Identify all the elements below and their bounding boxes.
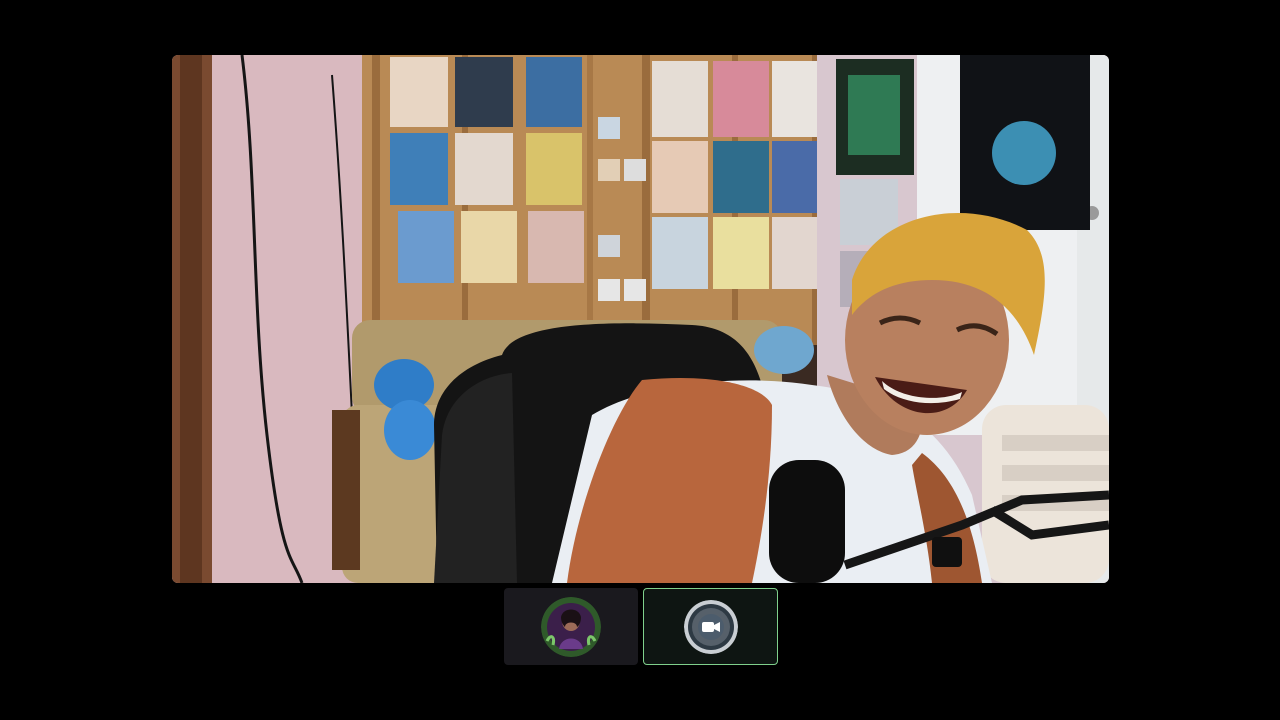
camera-tile-avatar [683,599,738,654]
call-stage [0,0,1280,720]
participant-tile-camera-active[interactable] [643,588,778,665]
video-frame-illustration [172,55,1109,583]
participant-strip [504,588,778,665]
participant-tile-avatar[interactable] [504,588,638,665]
poster-grid-left [390,57,584,283]
video-camera-icon [697,613,724,640]
user-avatar-icon [541,596,601,657]
main-video-feed[interactable] [172,55,1109,583]
poster-grid-right [652,61,826,289]
